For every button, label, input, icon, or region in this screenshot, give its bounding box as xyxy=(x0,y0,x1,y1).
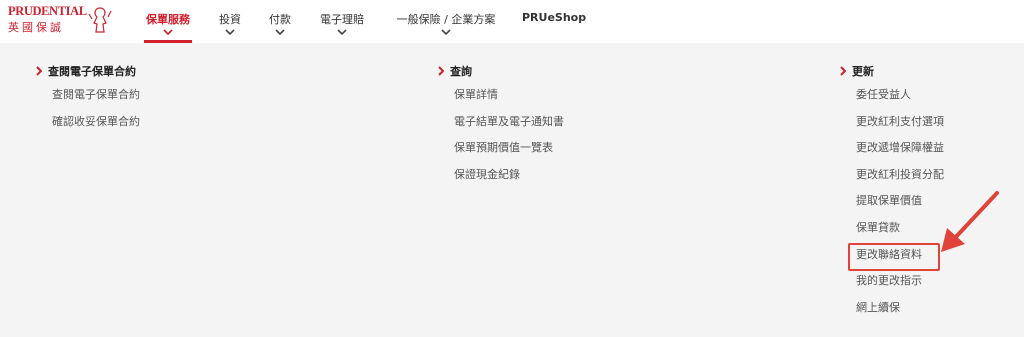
nav-label: 付款 xyxy=(269,13,291,26)
logo-chinese-text: 英國保誠 xyxy=(8,21,64,34)
chevron-right-icon xyxy=(438,66,444,76)
menu-item[interactable]: 查閱電子保單合約 xyxy=(52,87,140,114)
menu-item[interactable]: 保單詳情 xyxy=(454,87,564,114)
menu-list: 查閱電子保單合約 確認收妥保單合約 xyxy=(52,87,140,140)
chevron-down-icon xyxy=(163,29,173,35)
annotation-arrow-icon xyxy=(941,191,999,252)
menu-item[interactable]: 確認收妥保單合約 xyxy=(52,114,140,141)
menu-item[interactable]: 更改紅利投資分配 xyxy=(856,167,944,194)
column-heading[interactable]: 更新 xyxy=(840,63,944,79)
menu-item[interactable]: 網上續保 xyxy=(856,300,944,327)
chevron-down-icon xyxy=(337,29,347,35)
nav-investment[interactable]: 投資 xyxy=(218,11,242,43)
top-navigation-bar: PRUDENTIAL 英國保誠 保單服務 投資 付款 電子理賠 一般保險 / 企… xyxy=(0,0,1024,43)
nav-label: 保單服務 xyxy=(146,13,190,26)
menu-column-update: 更新 委任受益人 更改紅利支付選項 更改遞增保障權益 更改紅利投資分配 提取保單… xyxy=(840,63,944,326)
menu-item[interactable]: 更改紅利支付選項 xyxy=(856,114,944,141)
chevron-down-icon xyxy=(225,29,235,35)
nav-label: 投資 xyxy=(219,13,241,26)
menu-list: 委任受益人 更改紅利支付選項 更改遞增保障權益 更改紅利投資分配 提取保單價值 … xyxy=(856,87,944,326)
nav-e-claims[interactable]: 電子理賠 xyxy=(318,11,366,43)
chevron-right-icon xyxy=(36,66,42,76)
column-heading[interactable]: 查詢 xyxy=(438,63,564,79)
menu-item[interactable]: 我的更改指示 xyxy=(856,273,944,300)
nav-prueshop[interactable]: PRUeShop xyxy=(522,11,587,43)
menu-item[interactable]: 委任受益人 xyxy=(856,87,944,114)
column-heading[interactable]: 查閱電子保單合約 xyxy=(36,63,140,79)
menu-item[interactable]: 保證現金紀錄 xyxy=(454,167,564,194)
chevron-down-icon xyxy=(275,29,285,35)
menu-column-enquiry: 查詢 保單詳情 電子結單及電子通知書 保單預期價值一覽表 保證現金紀錄 xyxy=(438,63,564,193)
nav-policy-services[interactable]: 保單服務 xyxy=(144,11,192,43)
menu-item[interactable]: 提取保單價值 xyxy=(856,193,944,220)
nav-general-insurance[interactable]: 一般保險 / 企業方案 xyxy=(392,11,500,43)
menu-column-e-policy: 查閱電子保單合約 查閱電子保單合約 確認收妥保單合約 xyxy=(36,63,140,140)
menu-item[interactable]: 更改遞增保障權益 xyxy=(856,140,944,167)
prudential-lady-logo-icon xyxy=(88,7,112,33)
menu-list: 保單詳情 電子結單及電子通知書 保單預期價值一覽表 保證現金紀錄 xyxy=(454,87,564,193)
nav-label: PRUeShop xyxy=(522,11,587,24)
menu-item[interactable]: 電子結單及電子通知書 xyxy=(454,114,564,141)
dropdown-menu-panel: 查閱電子保單合約 查閱電子保單合約 確認收妥保單合約 查詢 保單詳情 電子結單及… xyxy=(0,43,1024,337)
menu-item[interactable]: 保單預期價值一覽表 xyxy=(454,140,564,167)
nav-payment[interactable]: 付款 xyxy=(268,11,292,43)
column-heading-label: 更新 xyxy=(852,65,874,78)
nav-label: 電子理賠 xyxy=(320,13,364,26)
nav-label: 一般保險 / 企業方案 xyxy=(396,13,496,26)
logo-brand-text: PRUDENTIAL xyxy=(8,4,87,18)
column-heading-label: 查閱電子保單合約 xyxy=(48,65,136,78)
chevron-right-icon xyxy=(840,66,846,76)
column-heading-label: 查詢 xyxy=(450,65,472,78)
chevron-down-icon xyxy=(441,29,451,35)
prudential-logo[interactable]: PRUDENTIAL 英國保誠 xyxy=(8,4,112,38)
highlight-box xyxy=(848,243,940,271)
